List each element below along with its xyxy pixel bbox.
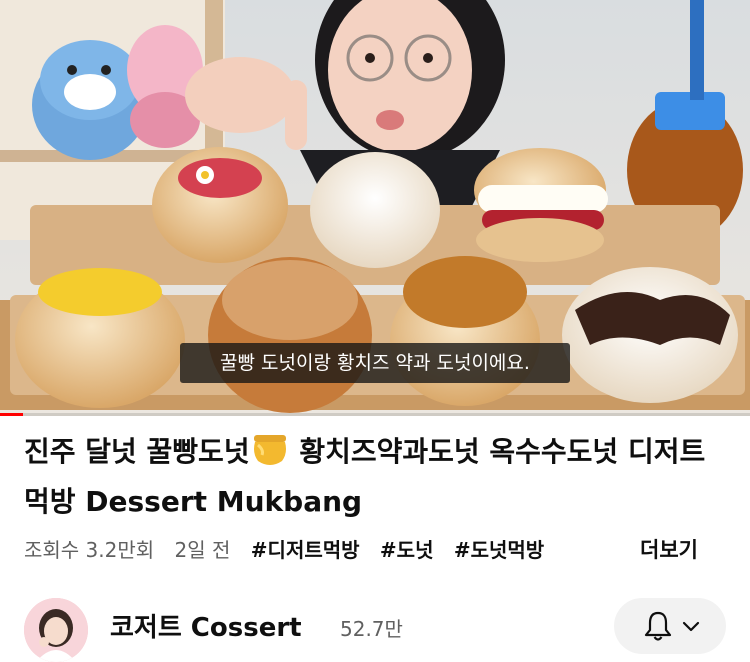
- hashtag[interactable]: #디저트먹방: [251, 538, 360, 562]
- title-text: 진주 달넛 꿀빵도넛: [24, 435, 250, 468]
- view-count: 조회수 3.2만회: [24, 538, 155, 562]
- video-title[interactable]: 진주 달넛 꿀빵도넛 황치즈약과도넛 옥수수도넛 디저트 먹방 Dessert …: [24, 430, 724, 524]
- channel-name[interactable]: 코저트 Cossert: [110, 610, 302, 646]
- honey-pot-icon: [250, 433, 290, 480]
- bell-icon: [644, 611, 672, 641]
- notification-button[interactable]: [614, 598, 726, 654]
- chevron-down-icon: [682, 621, 700, 632]
- video-meta-row[interactable]: 조회수 3.2만회 2일 전 #디저트먹방 #도넛 #도넛먹방: [24, 533, 734, 567]
- more-button[interactable]: 더보기: [640, 533, 698, 567]
- upload-age: 2일 전: [174, 538, 231, 562]
- progress-fill: [0, 413, 23, 416]
- hashtag[interactable]: #도넛먹방: [454, 538, 544, 562]
- subscriber-count: 52.7만: [340, 617, 403, 641]
- hashtag[interactable]: #도넛: [380, 538, 434, 562]
- video-player[interactable]: 꿀빵 도넛이랑 황치즈 약과 도넛이에요.: [0, 0, 750, 416]
- hashtag-list: #디저트먹방 #도넛 #도넛먹방: [251, 533, 601, 567]
- subtitle-caption: 꿀빵 도넛이랑 황치즈 약과 도넛이에요.: [180, 343, 570, 383]
- progress-bar[interactable]: [0, 413, 750, 416]
- channel-avatar[interactable]: [24, 598, 88, 662]
